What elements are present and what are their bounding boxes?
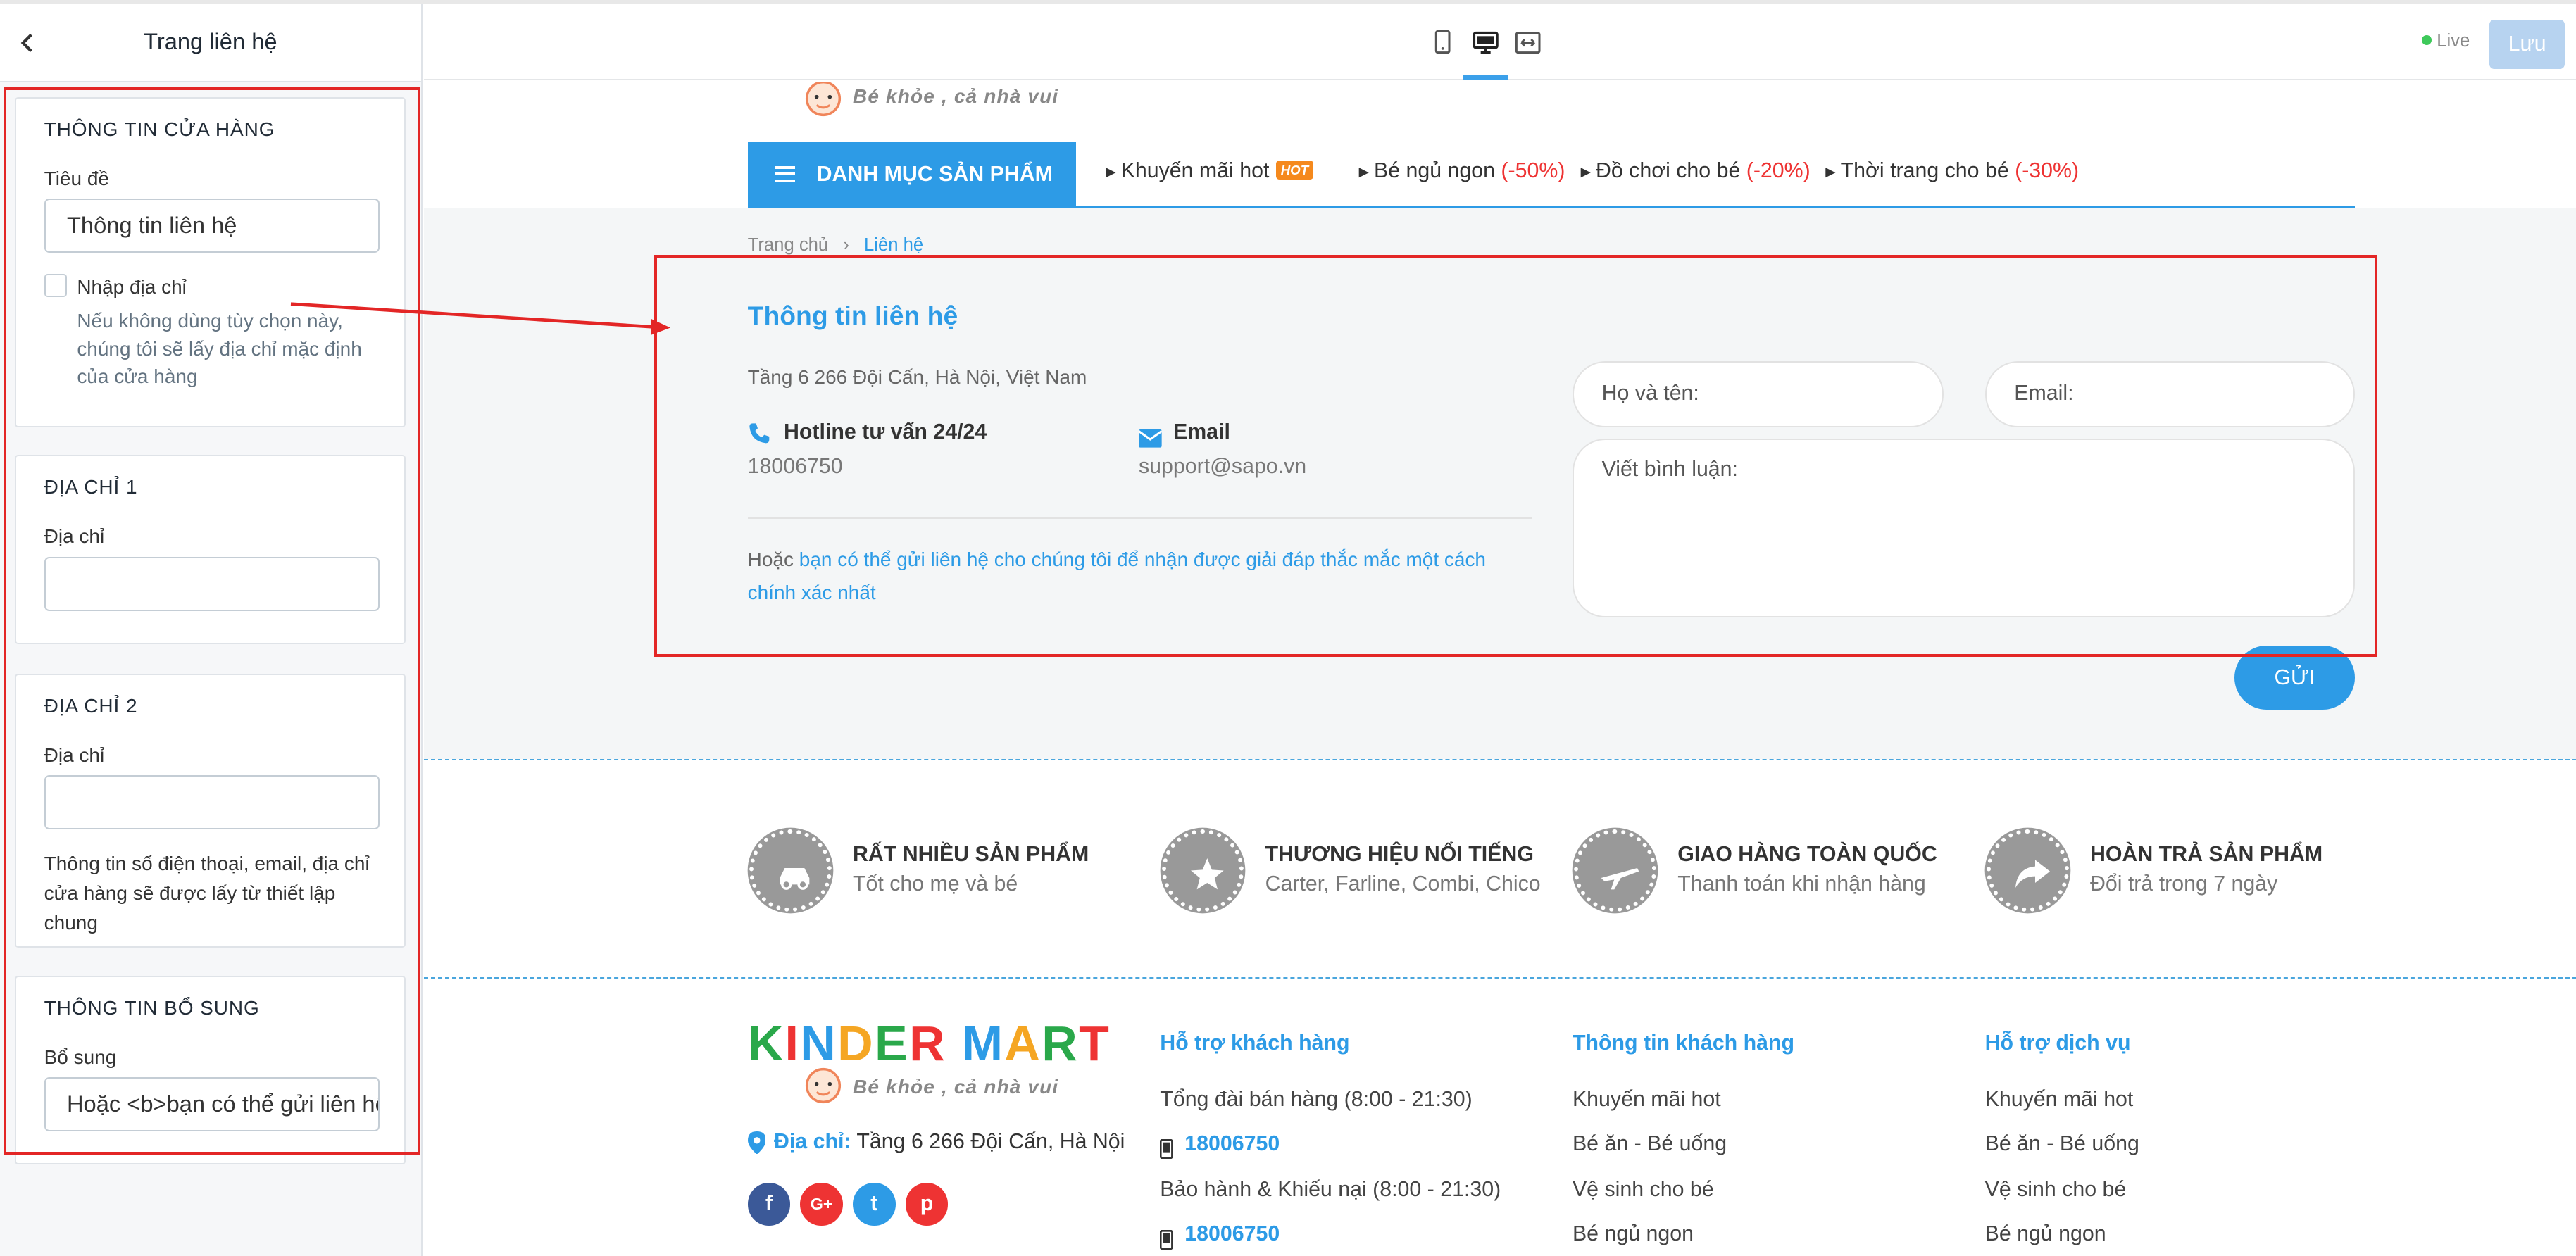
annotation-arrow-icon bbox=[290, 302, 670, 335]
